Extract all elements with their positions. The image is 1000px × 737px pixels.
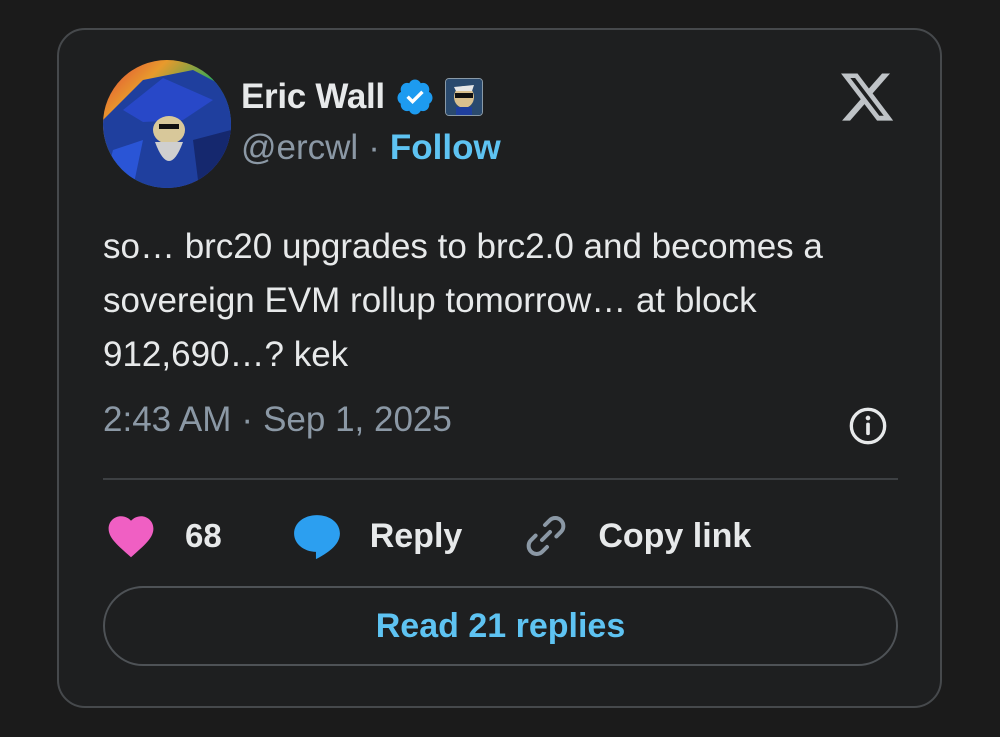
like-count: 68 <box>185 517 222 554</box>
author-handle-row: @ercwl · Follow <box>241 128 501 168</box>
follow-button[interactable]: Follow <box>390 128 501 168</box>
info-icon[interactable] <box>848 406 888 446</box>
reply-button[interactable]: Reply <box>292 512 463 560</box>
action-bar: 68 Reply Copy link <box>107 508 751 564</box>
affiliation-badge-icon[interactable] <box>444 78 483 116</box>
tweet-text: so… brc20 upgrades to brc2.0 and becomes… <box>103 227 823 374</box>
tweet-time: 2:43 AM <box>103 400 232 439</box>
avatar[interactable] <box>103 60 231 188</box>
copy-link-button[interactable]: Copy link <box>522 512 751 560</box>
speech-bubble-icon <box>293 515 340 560</box>
tweet-card: Eric Wall @ercwl · Follow so… brc20 upgr… <box>57 28 942 708</box>
divider <box>103 478 898 480</box>
author-handle[interactable]: @ercwl <box>241 128 358 168</box>
tweet-date: Sep 1, 2025 <box>263 400 452 439</box>
verified-badge-icon <box>397 79 433 115</box>
reply-label: Reply <box>369 516 463 555</box>
heart-icon <box>108 516 154 558</box>
timestamp[interactable]: 2:43 AM · Sep 1, 2025 <box>103 400 452 440</box>
copy-link-label: Copy link <box>598 516 752 555</box>
x-logo-icon[interactable] <box>838 68 896 126</box>
author-name-row: Eric Wall <box>241 74 483 120</box>
separator-dot: · <box>241 400 254 439</box>
read-replies-button[interactable]: Read 21 replies <box>103 586 898 666</box>
like-button[interactable]: 68 <box>107 514 222 558</box>
separator-dot: · <box>368 128 380 167</box>
author-name[interactable]: Eric Wall <box>241 77 385 117</box>
link-icon <box>526 516 566 556</box>
